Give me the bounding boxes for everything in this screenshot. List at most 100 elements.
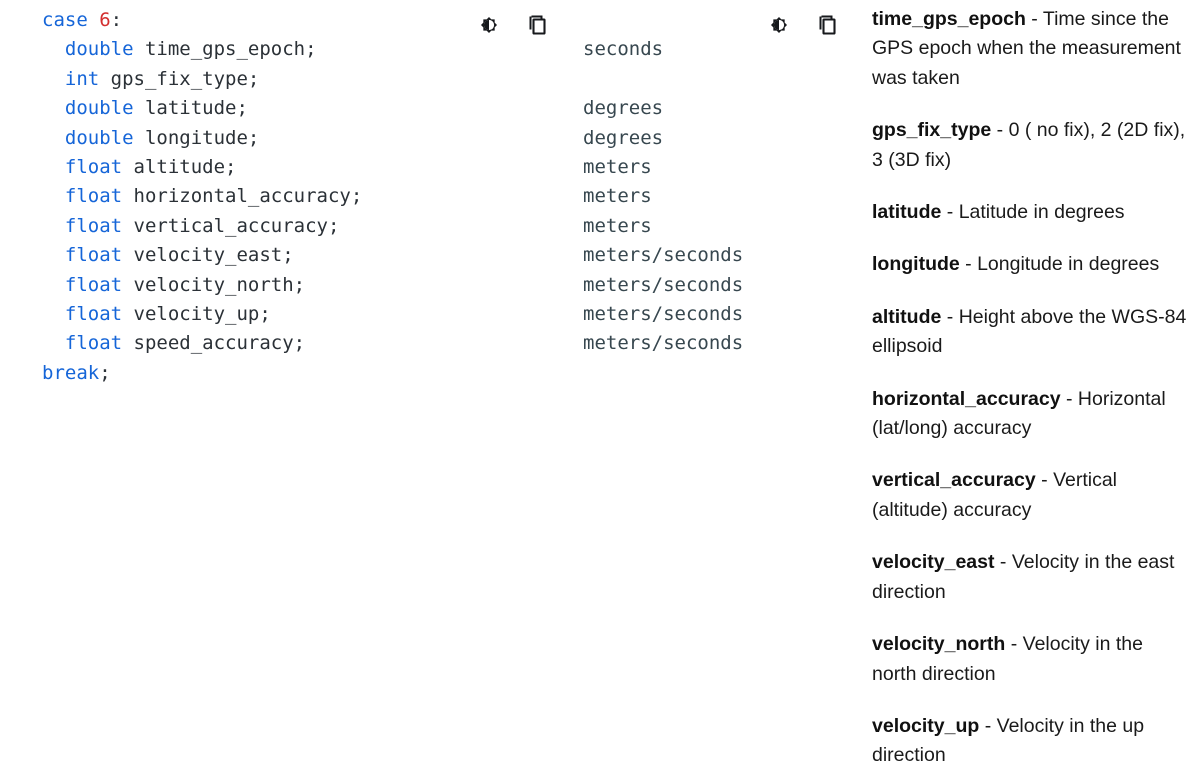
- code-line: double longitude;: [42, 124, 362, 153]
- code-token-id: velocity_up;: [122, 302, 271, 325]
- unit-line-empty: [583, 6, 853, 35]
- unit-line: meters/seconds: [583, 273, 744, 296]
- code-token-kw: float: [64, 214, 123, 237]
- field-name: horizontal_accuracy: [872, 387, 1061, 410]
- unit-line: meters: [583, 185, 652, 208]
- code-token-punc: [42, 215, 65, 237]
- code-token-kw: float: [64, 244, 123, 267]
- code-token-id: gps_fix_type;: [99, 67, 260, 90]
- code-token-punc: [88, 9, 99, 31]
- code-token-punc: [42, 156, 65, 178]
- code-line: float vertical_accuracy;: [42, 212, 362, 241]
- code-token-num: 6: [99, 9, 111, 31]
- code-token-punc: [42, 244, 65, 266]
- field-name: altitude: [872, 305, 942, 328]
- code-line: float velocity_east;: [42, 241, 362, 270]
- code-pane: case 6: double time_gps_epoch; int gps_f…: [0, 0, 460, 772]
- field-name: longitude: [872, 253, 960, 276]
- field-description: vertical_accuracy - Vertical (altitude) …: [872, 466, 1188, 525]
- code-token-id: velocity_east;: [122, 244, 294, 267]
- code-token-kw: float: [64, 273, 123, 296]
- code-token-kw: int: [64, 67, 100, 90]
- message-definition-page: { "code": { "language": "c", "lines": [ …: [0, 0, 1200, 772]
- code-token-punc: [42, 127, 65, 149]
- units-pane: seconds degrees degrees meters meters meters…: [583, 6, 853, 388]
- code-token-punc: [42, 185, 65, 207]
- field-description-text: Longitude in degrees: [977, 253, 1160, 276]
- unit-line: degrees: [583, 97, 664, 120]
- code-toolbar: [476, 12, 550, 38]
- code-line: int gps_fix_type;: [42, 65, 362, 94]
- field-description-text: Latitude in degrees: [958, 201, 1125, 224]
- code-token-kw: float: [64, 155, 123, 178]
- field-separator: -: [991, 119, 1009, 142]
- code-token-kw: double: [64, 38, 134, 61]
- code-token-id: speed_accuracy;: [122, 332, 306, 355]
- field-description: velocity_up - Velocity in the up directi…: [872, 712, 1188, 771]
- field-name: velocity_up: [872, 714, 980, 737]
- unit-line: meters: [583, 155, 652, 178]
- unit-line: meters/seconds: [583, 302, 744, 325]
- field-separator: -: [1035, 469, 1054, 492]
- code-line: float altitude;: [42, 153, 362, 182]
- field-description: velocity_north - Velocity in the north d…: [872, 630, 1188, 689]
- field-name: gps_fix_type: [872, 119, 992, 142]
- code-token-punc: :: [110, 9, 123, 31]
- code-token-kw: case: [42, 9, 88, 31]
- code-token-punc: [42, 97, 65, 119]
- code-token-punc: [42, 68, 65, 90]
- field-description: gps_fix_type - 0 ( no fix), 2 (2D fix), …: [872, 116, 1188, 175]
- code-token-punc: [42, 274, 65, 296]
- code-token-id: horizontal_accuracy;: [122, 185, 363, 208]
- field-name: vertical_accuracy: [872, 469, 1036, 492]
- code-content: case 6: double time_gps_epoch; int gps_f…: [42, 6, 362, 388]
- code-token-id: altitude;: [122, 155, 237, 178]
- code-token-punc: ;: [99, 361, 111, 384]
- code-token-kw: float: [64, 302, 123, 325]
- field-name: time_gps_epoch: [872, 8, 1026, 30]
- code-token-id: latitude;: [133, 97, 248, 120]
- brightness-contrast-icon-button[interactable]: [476, 12, 502, 38]
- unit-line: meters: [583, 214, 652, 237]
- field-name: velocity_east: [872, 551, 995, 574]
- code-token-kw: double: [64, 97, 134, 120]
- field-separator: -: [1005, 633, 1023, 656]
- unit-line: seconds: [583, 38, 664, 61]
- unit-line-empty: [583, 65, 853, 94]
- field-description: time_gps_epoch - Time since the GPS epoc…: [872, 5, 1188, 93]
- unit-line: meters/seconds: [583, 332, 744, 355]
- code-line: float velocity_up;: [42, 300, 362, 329]
- code-token-id: longitude;: [133, 126, 260, 149]
- field-separator: -: [1060, 387, 1078, 410]
- descriptions-pane: time_gps_epoch - Time since the GPS epoc…: [872, 0, 1188, 772]
- field-description: latitude - Latitude in degrees: [872, 198, 1188, 227]
- code-token-punc: [42, 38, 65, 60]
- code-token-id: vertical_accuracy;: [122, 214, 340, 237]
- code-line: double latitude;: [42, 94, 362, 123]
- field-description: altitude - Height above the WGS-84 ellip…: [872, 303, 1188, 362]
- code-token-kw: break: [42, 361, 100, 384]
- brightness-contrast-icon: [477, 13, 501, 37]
- code-token-id: time_gps_epoch;: [133, 38, 317, 61]
- code-line: float horizontal_accuracy;: [42, 182, 362, 211]
- field-separator: -: [941, 201, 959, 224]
- field-separator: -: [979, 714, 997, 737]
- code-token-id: velocity_north;: [122, 273, 306, 296]
- copy-icon-button[interactable]: [524, 12, 550, 38]
- copy-icon: [525, 13, 549, 37]
- field-description: horizontal_accuracy - Horizontal (lat/lo…: [872, 385, 1188, 444]
- code-token-punc: [42, 332, 65, 354]
- code-token-kw: double: [64, 126, 134, 149]
- field-name: velocity_north: [872, 633, 1006, 656]
- field-separator: -: [994, 551, 1012, 574]
- code-line: break;: [42, 359, 362, 388]
- unit-line: meters/seconds: [583, 244, 744, 267]
- code-line: float speed_accuracy;: [42, 329, 362, 358]
- field-separator: -: [1025, 8, 1043, 30]
- code-block[interactable]: case 6: double time_gps_epoch; int gps_f…: [42, 6, 362, 388]
- code-line: case 6:: [42, 6, 362, 35]
- code-line: float velocity_north;: [42, 271, 362, 300]
- field-name: latitude: [872, 201, 942, 224]
- code-line: double time_gps_epoch;: [42, 35, 362, 64]
- field-separator: -: [941, 305, 959, 328]
